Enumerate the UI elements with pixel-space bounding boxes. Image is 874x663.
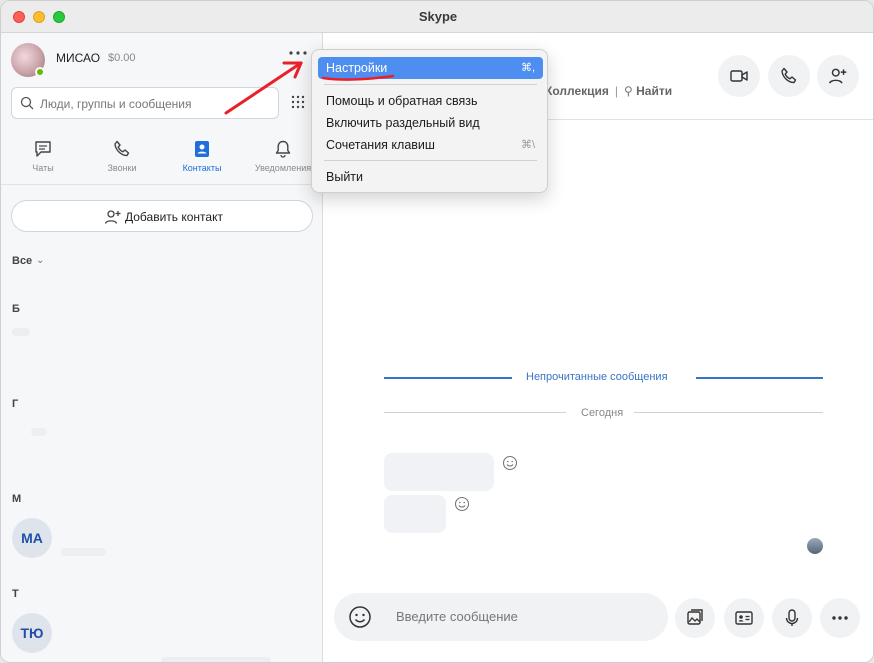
menu-settings-label: Настройки — [326, 61, 388, 75]
gallery-icon — [687, 609, 703, 625]
contact-card-icon — [735, 611, 753, 625]
menu-shortcuts-label: Сочетания клавиш — [326, 138, 435, 152]
add-contact-label: Добавить контакт — [125, 210, 223, 224]
audio-call-button[interactable] — [768, 55, 810, 97]
title-bar: Skype — [1, 1, 873, 33]
media-gallery-button[interactable] — [675, 598, 715, 638]
message-input-placeholder: Введите сообщение — [396, 609, 518, 624]
chevron-down-icon[interactable]: ⌄ — [36, 255, 44, 266]
contact-avatar[interactable]: МА — [12, 518, 52, 558]
menu-item-help[interactable]: Помощь и обратная связь — [318, 90, 543, 112]
sidebar: МИСАО $0.00 Люди, группы и сообщения Чат… — [1, 33, 323, 662]
menu-item-settings[interactable]: Настройки ⌘, — [318, 57, 543, 79]
section-letter: Г — [12, 398, 19, 410]
window-title: Skype — [418, 9, 458, 24]
search-placeholder: Люди, группы и сообщения — [40, 97, 192, 111]
phone-icon — [781, 67, 797, 84]
menu-settings-shortcut: ⌘, — [520, 62, 535, 74]
chat-icon — [35, 141, 51, 157]
today-divider-line — [634, 412, 823, 413]
more-options-menu: Настройки ⌘, Помощь и обратная связь Вкл… — [311, 49, 548, 193]
more-composer-options-button[interactable] — [820, 598, 860, 638]
more-options-button[interactable] — [286, 47, 310, 67]
voice-message-button[interactable] — [772, 598, 812, 638]
add-contact-button[interactable]: Добавить контакт — [11, 200, 313, 232]
tab-notifications[interactable]: Уведомления — [253, 133, 313, 185]
emoji-reaction-icon[interactable] — [502, 455, 518, 471]
more-icon — [289, 51, 307, 55]
microphone-icon — [785, 609, 799, 626]
menu-shortcuts-shortcut: ⌘\ — [520, 139, 535, 151]
blurred-contact — [12, 328, 30, 336]
search-input[interactable]: Люди, группы и сообщения — [11, 87, 279, 119]
dialpad-icon[interactable] — [291, 95, 305, 109]
section-letter: М — [12, 493, 22, 505]
unread-divider-line — [696, 377, 823, 379]
add-person-icon — [828, 68, 847, 84]
menu-help-label: Помощь и обратная связь — [326, 94, 478, 108]
add-person-icon — [104, 210, 121, 224]
read-receipt-avatar — [807, 538, 823, 554]
section-letter: Т — [12, 588, 19, 600]
tab-chats-label: Чаты — [32, 163, 54, 173]
search-small-icon: ⚲ — [624, 84, 637, 98]
send-contact-button[interactable] — [724, 598, 764, 638]
phone-icon — [114, 140, 130, 157]
message-bubble[interactable] — [384, 495, 446, 533]
tab-contacts[interactable]: Контакты — [172, 133, 232, 185]
menu-split-view-label: Включить раздельный вид — [326, 116, 480, 130]
tab-calls-label: Звонки — [107, 163, 137, 173]
message-composer[interactable]: Введите сообщение — [334, 593, 668, 641]
section-letter: Б — [12, 303, 20, 315]
tab-chats[interactable]: Чаты — [13, 133, 73, 185]
collection-link[interactable]: Коллекция — [545, 84, 609, 98]
contact-avatar[interactable]: ТЮ — [12, 613, 52, 653]
more-icon — [832, 616, 848, 620]
today-divider: Сегодня — [581, 407, 624, 419]
emoji-reaction-icon[interactable] — [454, 496, 470, 512]
tab-notifications-label: Уведомления — [254, 163, 312, 173]
skype-window: Skype МИСАО $0.00 Люди, группы и сообщен… — [0, 0, 874, 663]
nav-tabs: Чаты Звонки Контакты Уведомления — [1, 133, 323, 185]
contacts-filter[interactable]: Все — [12, 255, 32, 267]
menu-separator — [324, 160, 537, 161]
unread-divider-line — [384, 377, 512, 379]
blurred-contact-name — [61, 548, 106, 556]
tab-calls[interactable]: Звонки — [92, 133, 152, 185]
skype-credit[interactable]: $0.00 — [108, 52, 136, 64]
profile-name[interactable]: МИСАО — [56, 51, 100, 65]
bell-icon — [275, 140, 291, 158]
blurred-contact — [31, 428, 47, 436]
blurred-contact-name — [161, 657, 271, 662]
video-camera-icon — [730, 70, 748, 82]
menu-signout-label: Выйти — [326, 170, 364, 184]
menu-item-sign-out[interactable]: Выйти — [318, 166, 543, 188]
unread-divider: Непрочитанные сообщения — [526, 371, 668, 383]
today-divider-line — [384, 412, 566, 413]
video-call-button[interactable] — [718, 55, 760, 97]
menu-item-split-view[interactable]: Включить раздельный вид — [318, 112, 543, 134]
online-status-icon — [35, 67, 45, 77]
message-bubble[interactable] — [384, 453, 494, 491]
contacts-icon — [195, 141, 209, 157]
tab-contacts-label: Контакты — [182, 163, 222, 173]
search-icon — [20, 96, 34, 110]
emoji-icon[interactable] — [348, 605, 372, 629]
menu-separator — [324, 84, 537, 85]
add-people-button[interactable] — [817, 55, 859, 97]
conversation-header-links: Коллекция | ⚲ Найти — [545, 84, 673, 98]
find-link[interactable]: Найти — [636, 84, 672, 98]
menu-item-shortcuts[interactable]: Сочетания клавиш ⌘\ — [318, 134, 543, 156]
